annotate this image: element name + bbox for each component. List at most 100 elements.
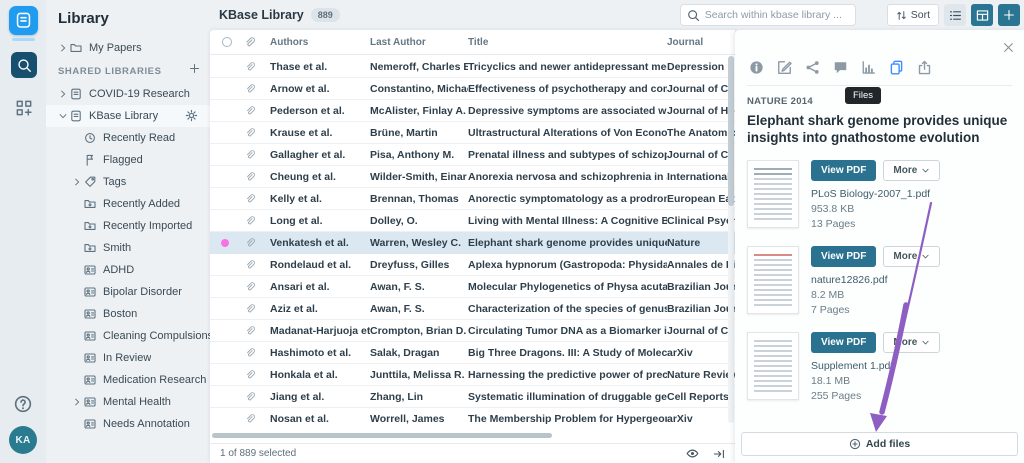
view-pdf-button[interactable]: View PDF (811, 332, 876, 353)
table-row[interactable]: Venkatesh et al.Warren, Wesley C.Elephan… (210, 232, 735, 254)
global-search-icon[interactable] (11, 52, 37, 78)
table-row[interactable]: Hashimoto et al.Salak, DraganBig Three D… (210, 342, 735, 364)
list-view-icon (949, 9, 962, 22)
table-vertical-scrollbar[interactable] (728, 56, 734, 423)
attachment-column-paperclip-icon[interactable] (244, 37, 270, 48)
add-library-plus-icon[interactable] (189, 63, 200, 74)
file-size: 8.2 MB (811, 289, 940, 301)
table-row[interactable]: Thase et al.Nemeroff, Charles B.Tricycli… (210, 56, 735, 78)
column-header-journal[interactable]: Journal (667, 37, 735, 48)
table-row[interactable]: Nosan et al.Worrell, JamesThe Membership… (210, 408, 735, 427)
table-row[interactable]: Arnow et al.Constantino, Michael J.Effec… (210, 78, 735, 100)
sidebar-item-smith[interactable]: Smith (46, 237, 210, 259)
edit-icon[interactable] (775, 58, 793, 76)
smartlist-icon (84, 374, 96, 386)
smartlist-icon (84, 308, 96, 320)
table-row[interactable]: Honkala et al.Junttila, Melissa R.Harnes… (210, 364, 735, 386)
folder-icon (70, 42, 82, 54)
table-row[interactable]: Cheung et al.Wilder-Smith, EinarAnorexia… (210, 166, 735, 188)
share-icon[interactable] (803, 58, 821, 76)
sidebar-item-mental-health[interactable]: Mental Health (46, 391, 210, 413)
column-header-authors[interactable]: Authors (270, 37, 370, 48)
table-row[interactable]: Aziz et al.Awan, F. S.Characterization o… (210, 298, 735, 320)
preview-eye-icon[interactable] (686, 447, 699, 460)
comment-icon[interactable] (831, 58, 849, 76)
list-view-button[interactable] (944, 4, 966, 26)
table-horizontal-scrollbar[interactable] (212, 433, 725, 439)
sidebar-item-adhd[interactable]: ADHD (46, 259, 210, 281)
sidebar-item-tags[interactable]: Tags (46, 171, 210, 193)
sidebar-item-my-papers[interactable]: My Papers (46, 37, 210, 59)
sidebar-item-medication-research[interactable]: Medication Research (46, 369, 210, 391)
smartlist-icon (84, 330, 96, 342)
sidebar-item-bipolar-disorder[interactable]: Bipolar Disorder (46, 281, 210, 303)
sidebar-item-covid-19-research[interactable]: COVID-19 Research (46, 83, 210, 105)
column-header-title[interactable]: Title (468, 37, 667, 48)
sidebar-item-kbase-library[interactable]: KBase Library (46, 105, 210, 127)
table-row[interactable]: Madanat-Harjuoja et al.Crompton, Brian D… (210, 320, 735, 342)
view-pdf-button[interactable]: View PDF (811, 160, 876, 181)
avatar[interactable]: KA (9, 426, 37, 454)
add-files-button[interactable]: Add files (741, 432, 1018, 456)
app-logo-book-icon[interactable] (9, 6, 38, 35)
pdf-thumbnail[interactable] (747, 160, 799, 228)
sidebar-item-boston[interactable]: Boston (46, 303, 210, 325)
table-view-button[interactable] (971, 4, 993, 26)
select-all-checkbox[interactable] (222, 37, 232, 47)
chevron-right-icon[interactable] (58, 43, 68, 53)
file-size: 18.1 MB (811, 375, 940, 387)
export-icon[interactable] (915, 58, 933, 76)
sidebar-item-flagged[interactable]: Flagged (46, 149, 210, 171)
metrics-icon[interactable] (859, 58, 877, 76)
more-button[interactable]: More (883, 246, 940, 267)
file-size: 953.8 KB (811, 203, 940, 215)
table-row[interactable]: Rondelaud et al.Dreyfuss, GillesAplexa h… (210, 254, 735, 276)
details-toolbar (747, 30, 1012, 86)
search-input[interactable] (705, 9, 845, 21)
table-row[interactable]: Long et al.Dolley, O.Living with Mental … (210, 210, 735, 232)
sidebar-item-needs-annotation[interactable]: Needs Annotation (46, 413, 210, 435)
pdf-thumbnail[interactable] (747, 246, 799, 314)
add-reference-button[interactable] (998, 4, 1020, 26)
sidebar-item-cleaning-compulsions[interactable]: Cleaning Compulsions (46, 325, 210, 347)
chevron-right-icon[interactable] (72, 177, 82, 187)
chevron-down-icon[interactable] (58, 111, 68, 121)
sidebar-item-in-review[interactable]: In Review (46, 347, 210, 369)
column-header-last-author[interactable]: Last Author (370, 37, 468, 48)
view-pdf-button[interactable]: View PDF (811, 246, 876, 267)
sidebar-item-label: Tags (103, 176, 126, 188)
chevron-down-icon (921, 338, 930, 347)
file-name[interactable]: PLoS Biology-2007_1.pdf (811, 188, 940, 200)
chevron-right-icon[interactable] (58, 89, 68, 99)
table-row[interactable]: Gallagher et al.Pisa, Anthony M.Prenatal… (210, 144, 735, 166)
table-row[interactable]: Pederson et al.McAlister, Finlay A.Depre… (210, 100, 735, 122)
pdf-thumbnail[interactable] (747, 332, 799, 400)
smartlist-icon (84, 264, 96, 276)
table-row[interactable]: Kelly et al.Brennan, ThomasAnorectic sym… (210, 188, 735, 210)
file-name[interactable]: nature12826.pdf (811, 274, 940, 286)
table-row[interactable]: Krause et al.Brüne, MartinUltrastructura… (210, 122, 735, 144)
apps-add-icon[interactable] (13, 97, 35, 119)
sidebar-item-label: My Papers (89, 42, 142, 54)
sidebar-item-recently-imported[interactable]: Recently Imported (46, 215, 210, 237)
add-circle-icon (849, 438, 861, 450)
gear-icon[interactable] (185, 109, 198, 122)
folder-import-icon (84, 220, 96, 232)
sidebar-item-recently-added[interactable]: Recently Added (46, 193, 210, 215)
more-button[interactable]: More (883, 160, 940, 181)
table-row[interactable]: Jiang et al.Zhang, LinSystematic illumin… (210, 386, 735, 408)
skip-to-end-icon[interactable] (713, 448, 725, 460)
help-icon[interactable] (12, 393, 34, 415)
close-icon[interactable] (1001, 40, 1015, 54)
files-icon[interactable] (887, 58, 905, 76)
sidebar-item-recently-read[interactable]: Recently Read (46, 127, 210, 149)
more-button[interactable]: More (883, 332, 940, 353)
file-name[interactable]: Supplement 1.pdf (811, 360, 940, 372)
clock-icon (84, 132, 96, 144)
chevron-right-icon[interactable] (72, 397, 82, 407)
table-row[interactable]: Ansari et al.Awan, F. S.Molecular Phylog… (210, 276, 735, 298)
info-icon[interactable] (747, 58, 765, 76)
flag-icon (84, 154, 96, 166)
sort-button[interactable]: Sort (887, 4, 939, 26)
file-card: View PDFMorenature12826.pdf8.2 MB7 Pages (747, 246, 1012, 316)
